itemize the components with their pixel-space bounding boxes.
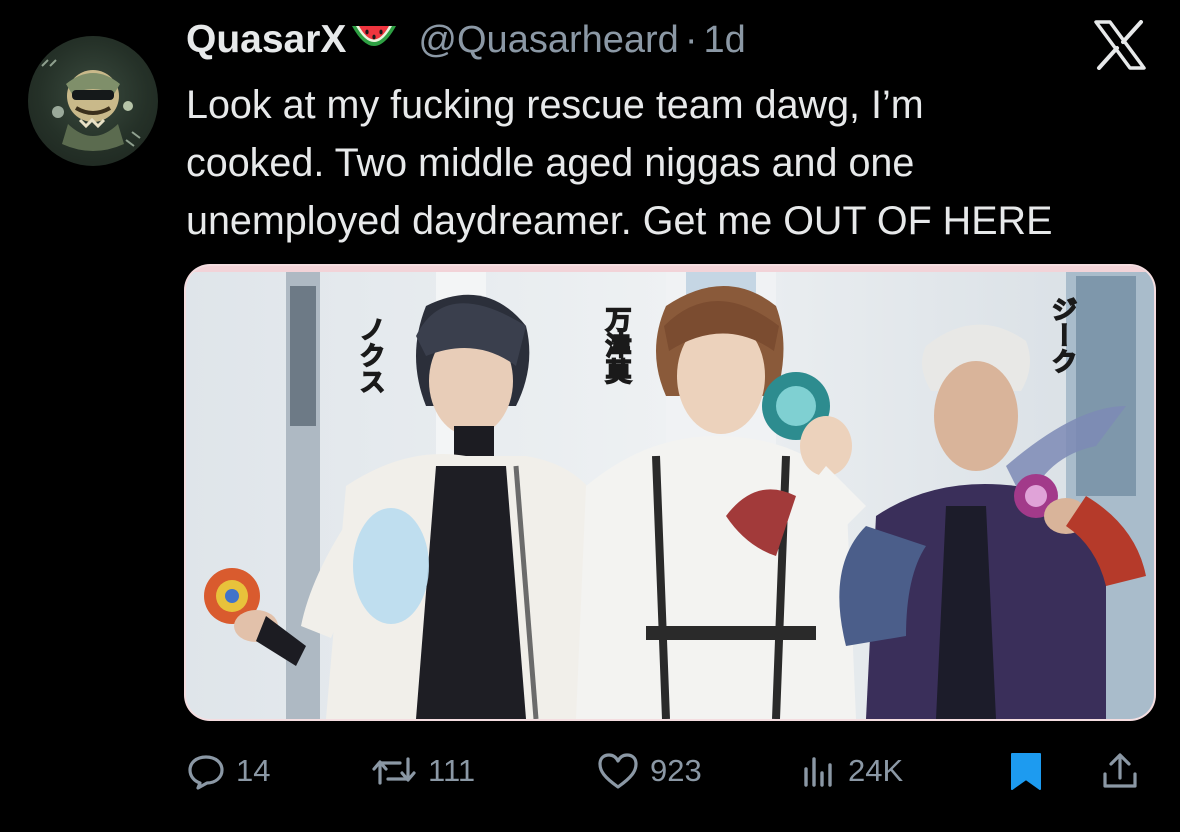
like-count: 923 <box>650 753 702 788</box>
reply-icon <box>186 751 226 791</box>
avatar[interactable] <box>28 36 158 166</box>
tweet-text: Look at my fucking rescue team dawg, I’m… <box>186 76 1161 250</box>
tweet-actions: 14 111 923 24K <box>186 740 1146 802</box>
share-icon <box>1100 750 1140 792</box>
user-handle[interactable]: @Quasarheard <box>418 19 678 62</box>
tweet-text-line: Look at my fucking rescue team dawg, I’m <box>186 83 924 127</box>
bookmark-icon <box>1008 750 1044 792</box>
timestamp[interactable]: 1d <box>703 19 745 62</box>
caption-middle: 万津莫 <box>601 306 631 384</box>
tweet-text-line: cooked. Two middle aged niggas and one <box>186 141 915 185</box>
share-button[interactable] <box>1100 740 1140 802</box>
caption-left: ノクス <box>355 316 385 394</box>
views-count: 24K <box>848 753 904 788</box>
avatar-image <box>41 59 141 151</box>
tweet-media-image[interactable]: ノクス 万津莫 ジーク <box>186 266 1154 719</box>
repost-button[interactable]: 111 <box>370 740 475 802</box>
reply-button[interactable]: 14 <box>186 740 270 802</box>
heart-icon <box>596 751 640 791</box>
bookmark-button[interactable] <box>1008 740 1044 802</box>
watermelon-emoji-icon <box>348 20 400 60</box>
reply-count: 14 <box>236 753 271 788</box>
x-logo-icon <box>1093 20 1147 70</box>
views-icon <box>798 751 838 791</box>
tweet-text-line: unemployed daydreamer. Get me OUT OF HER… <box>186 199 1053 243</box>
repost-count: 111 <box>428 753 476 788</box>
display-name[interactable]: QuasarX <box>186 18 346 62</box>
photo-three-people: ノクス 万津莫 ジーク <box>186 266 1154 719</box>
tweet[interactable]: QuasarX @Quasarheard · 1d Look at my fuc… <box>0 0 1180 832</box>
header-separator: · <box>684 18 698 61</box>
views-button[interactable]: 24K <box>798 740 903 802</box>
like-button[interactable]: 923 <box>596 740 702 802</box>
caption-right: ジーク <box>1047 296 1077 374</box>
tweet-header: QuasarX @Quasarheard · 1d <box>186 14 746 66</box>
repost-icon <box>370 751 418 791</box>
